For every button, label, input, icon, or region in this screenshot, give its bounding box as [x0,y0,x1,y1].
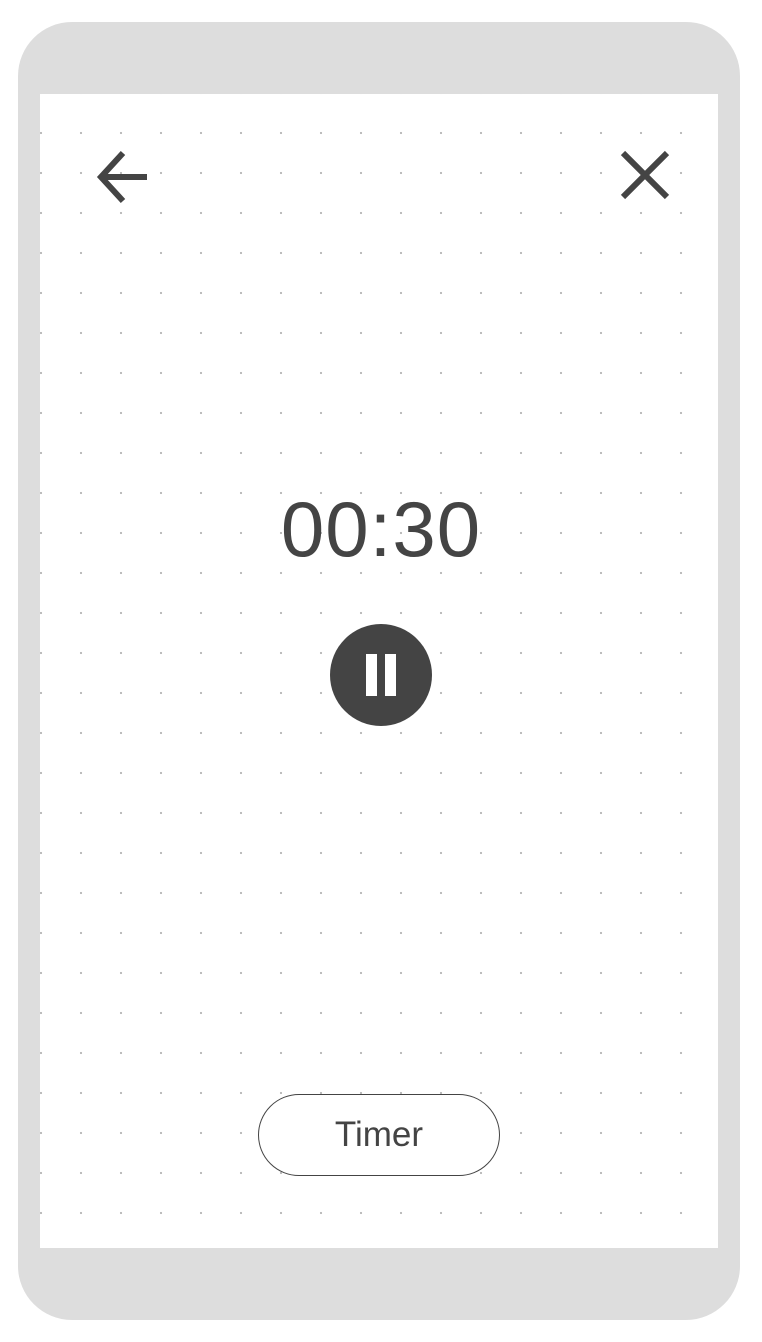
pause-bar-left [366,654,377,696]
close-icon [620,150,670,200]
close-button[interactable] [610,140,680,210]
arrow-left-icon [96,150,147,204]
pause-bar-right [385,654,396,696]
timer-display: 00:30 [280,485,482,573]
pause-icon [362,654,400,696]
pause-button[interactable] [330,624,432,726]
back-button[interactable] [86,140,156,210]
timer-button[interactable]: Timer [258,1094,500,1176]
